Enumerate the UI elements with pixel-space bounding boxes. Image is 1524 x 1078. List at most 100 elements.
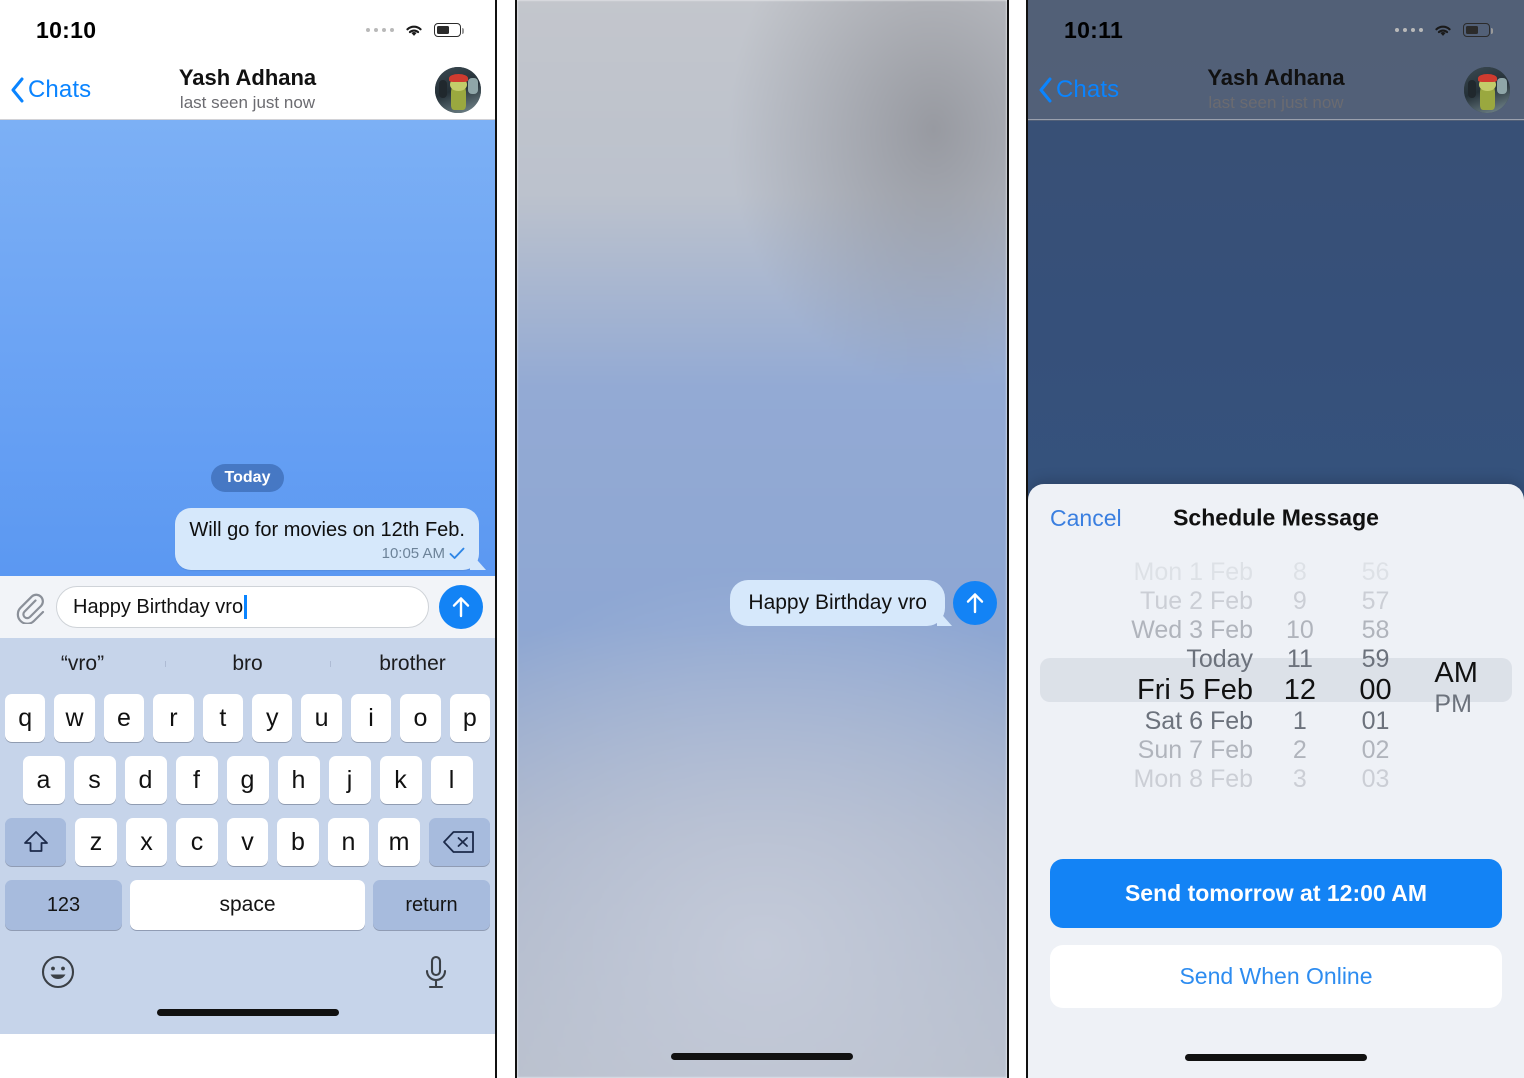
key-l[interactable]: l — [430, 756, 473, 804]
picker-hour-option[interactable]: 3 — [1293, 765, 1307, 793]
key-shift[interactable] — [4, 818, 67, 866]
keyboard-row-2: a s d f g h j k l — [0, 756, 495, 804]
picker-date-option[interactable]: Tue 2 Feb — [1140, 587, 1253, 616]
picker-hour-option[interactable]: 11 — [1287, 645, 1313, 674]
picker-hour-option[interactable]: 10 — [1286, 616, 1314, 645]
picker-column-date[interactable]: Mon 1 Feb Tue 2 Feb Wed 3 Feb Today Fri … — [1028, 558, 1265, 793]
key-a[interactable]: a — [22, 756, 65, 804]
key-r[interactable]: r — [153, 694, 194, 742]
phone-screen-send-options: Happy Birthday vro Send Without Sound Sc… — [515, 0, 1009, 1078]
send-button[interactable] — [953, 581, 997, 625]
suggestion-0[interactable]: “vro” — [0, 652, 165, 676]
key-i[interactable]: i — [350, 694, 392, 742]
picker-minute-option[interactable]: 57 — [1362, 587, 1390, 616]
key-x[interactable]: x — [125, 818, 168, 866]
nav-bar: Chats Yash Adhana last seen just now — [0, 60, 495, 120]
picker-date-selected[interactable]: Fri 5 Feb — [1137, 674, 1253, 707]
picker-column-hour[interactable]: 8 9 10 11 12 1 2 3 4 — [1265, 558, 1335, 793]
send-scheduled-button[interactable]: Send tomorrow at 12:00 AM — [1050, 859, 1502, 928]
picker-column-meridiem[interactable]: AM PM — [1416, 558, 1524, 793]
key-c[interactable]: c — [176, 818, 218, 866]
shift-up-arrow-icon — [23, 831, 48, 852]
message-text: Will go for movies on 12th Feb. — [189, 519, 465, 541]
picker-date-option[interactable]: Mon 8 Feb — [1134, 765, 1254, 793]
key-numbers[interactable]: 123 — [5, 880, 122, 930]
picker-minute-option[interactable]: 01 — [1362, 707, 1390, 736]
back-to-chats-button[interactable]: Chats — [10, 76, 91, 104]
picker-hour-option[interactable]: 9 — [1293, 587, 1307, 616]
key-m[interactable]: m — [378, 818, 420, 866]
key-q[interactable]: q — [4, 694, 46, 742]
picker-column-minute[interactable]: 56 57 58 59 00 01 02 03 04 — [1335, 558, 1417, 793]
picker-date-option[interactable]: Today — [1186, 645, 1253, 674]
paperclip-icon[interactable] — [12, 590, 46, 624]
wifi-icon — [1435, 25, 1451, 36]
backspace-delete-icon — [443, 831, 475, 853]
pending-message-row: Happy Birthday vro — [517, 580, 1007, 626]
key-d[interactable]: d — [124, 756, 167, 804]
contact-status: last seen just now — [179, 92, 316, 112]
date-separator: Today — [210, 464, 285, 492]
key-n[interactable]: n — [327, 818, 370, 866]
picker-minute-option[interactable]: 59 — [1362, 645, 1390, 674]
chevron-left-icon — [1039, 77, 1052, 102]
key-p[interactable]: p — [449, 694, 491, 742]
key-t[interactable]: t — [202, 694, 243, 742]
key-backspace[interactable] — [428, 818, 491, 866]
key-o[interactable]: o — [400, 694, 441, 742]
message-row: Will go for movies on 12th Feb. 10:05 AM — [0, 508, 495, 570]
picker-date-option[interactable]: Mon 1 Feb — [1134, 558, 1254, 587]
key-u[interactable]: u — [301, 694, 342, 742]
picker-date-option[interactable]: Wed 3 Feb — [1131, 616, 1253, 645]
key-space[interactable]: space — [130, 880, 365, 930]
suggestion-2[interactable]: brother — [330, 652, 495, 676]
key-b[interactable]: b — [277, 818, 319, 866]
status-bar-indicators — [365, 22, 465, 38]
home-indicator — [671, 1053, 853, 1060]
key-v[interactable]: v — [226, 818, 269, 866]
picker-minute-selected[interactable]: 00 — [1359, 674, 1391, 707]
key-f[interactable]: f — [175, 756, 218, 804]
picker-hour-selected[interactable]: 12 — [1284, 674, 1316, 707]
key-y[interactable]: y — [252, 694, 293, 742]
contact-name: Yash Adhana — [178, 65, 317, 91]
key-g[interactable]: g — [226, 756, 269, 804]
send-when-online-button[interactable]: Send When Online — [1050, 945, 1502, 1008]
avatar[interactable] — [435, 66, 481, 113]
key-h[interactable]: h — [277, 756, 320, 804]
picker-date-option[interactable]: Sun 7 Feb — [1138, 736, 1253, 765]
picker-hour-option[interactable]: 2 — [1293, 736, 1307, 765]
picker-meridiem-option[interactable]: PM — [1434, 690, 1472, 719]
picker-hour-option[interactable]: 1 — [1293, 707, 1307, 736]
message-meta: 10:05 AM — [189, 545, 465, 562]
message-bubble-outgoing[interactable]: Will go for movies on 12th Feb. 10:05 AM — [175, 508, 479, 570]
emoji-smiley-icon[interactable] — [40, 954, 76, 990]
picker-minute-option[interactable]: 58 — [1362, 616, 1390, 645]
key-j[interactable]: j — [328, 756, 371, 804]
datetime-picker[interactable]: Mon 1 Feb Tue 2 Feb Wed 3 Feb Today Fri … — [1028, 558, 1524, 793]
picker-minute-option[interactable]: 56 — [1362, 558, 1390, 587]
key-k[interactable]: k — [379, 756, 422, 804]
message-input[interactable]: Happy Birthday vro — [56, 586, 429, 628]
suggestion-1[interactable]: bro — [165, 652, 330, 676]
picker-hour-option[interactable]: 8 — [1293, 558, 1307, 587]
picker-minute-option[interactable]: 03 — [1362, 765, 1390, 793]
picker-date-option[interactable]: Sat 6 Feb — [1145, 707, 1253, 736]
back-to-chats-button[interactable]: Chats — [1038, 76, 1119, 104]
avatar[interactable] — [1464, 66, 1510, 113]
schedule-message-sheet: Cancel Schedule Message Mon 1 Feb Tue 2 … — [1028, 484, 1524, 1078]
picker-minute-option[interactable]: 02 — [1362, 736, 1390, 765]
send-button[interactable] — [439, 585, 483, 629]
cancel-button[interactable]: Cancel — [1050, 505, 1122, 532]
check-tick-icon — [449, 547, 465, 559]
key-w[interactable]: w — [54, 694, 95, 742]
microphone-icon[interactable] — [421, 954, 451, 992]
key-e[interactable]: e — [103, 694, 145, 742]
key-s[interactable]: s — [73, 756, 116, 804]
key-z[interactable]: z — [75, 818, 117, 866]
chevron-left-icon — [11, 77, 24, 102]
picker-meridiem-selected[interactable]: AM — [1434, 657, 1478, 690]
status-bar-time: 10:11 — [1064, 16, 1124, 43]
blurred-background — [517, 0, 1007, 1078]
key-return[interactable]: return — [373, 880, 490, 930]
